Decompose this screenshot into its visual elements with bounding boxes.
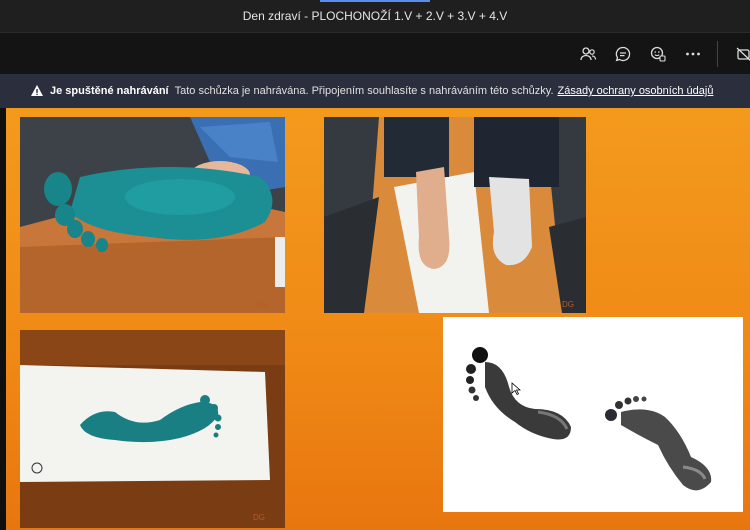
- more-icon[interactable]: [682, 43, 704, 65]
- reactions-icon[interactable]: [647, 43, 669, 65]
- photo-painted-sole: DG: [20, 117, 285, 313]
- photo2-watermark: DG: [562, 300, 574, 309]
- toolbar-divider: [717, 41, 718, 67]
- recording-banner: Je spuštěné nahrávání Tato schůzka je na…: [0, 74, 750, 108]
- chat-icon[interactable]: [612, 43, 634, 65]
- photo-ink-footprints: [443, 317, 743, 512]
- photo-standing-on-paper: DG: [324, 117, 586, 313]
- camera-off-icon[interactable]: [733, 43, 750, 65]
- warning-icon: [30, 84, 44, 98]
- photo-teal-footprint: DG: [20, 330, 285, 528]
- window-titlebar: Den zdraví - PLOCHONOŽÍ 1.V + 2.V + 3.V …: [0, 0, 750, 32]
- photo1-watermark: DG: [256, 300, 268, 309]
- photo3-watermark: DG: [253, 513, 265, 522]
- mouse-cursor-icon: [511, 382, 521, 396]
- recording-label: Je spuštěné nahrávání: [50, 85, 169, 97]
- people-icon[interactable]: [577, 43, 599, 65]
- shared-screen: DG DG DG: [0, 108, 750, 530]
- recording-text: Tato schůzka je nahrávána. Připojením so…: [174, 85, 554, 97]
- presentation-slide: DG DG DG: [6, 108, 750, 530]
- meeting-toolbar: [0, 32, 750, 74]
- titlebar-accent: [320, 0, 430, 2]
- privacy-policy-link[interactable]: Zásady ochrany osobních údajů: [558, 85, 714, 97]
- window-title: Den zdraví - PLOCHONOŽÍ 1.V + 2.V + 3.V …: [242, 9, 508, 23]
